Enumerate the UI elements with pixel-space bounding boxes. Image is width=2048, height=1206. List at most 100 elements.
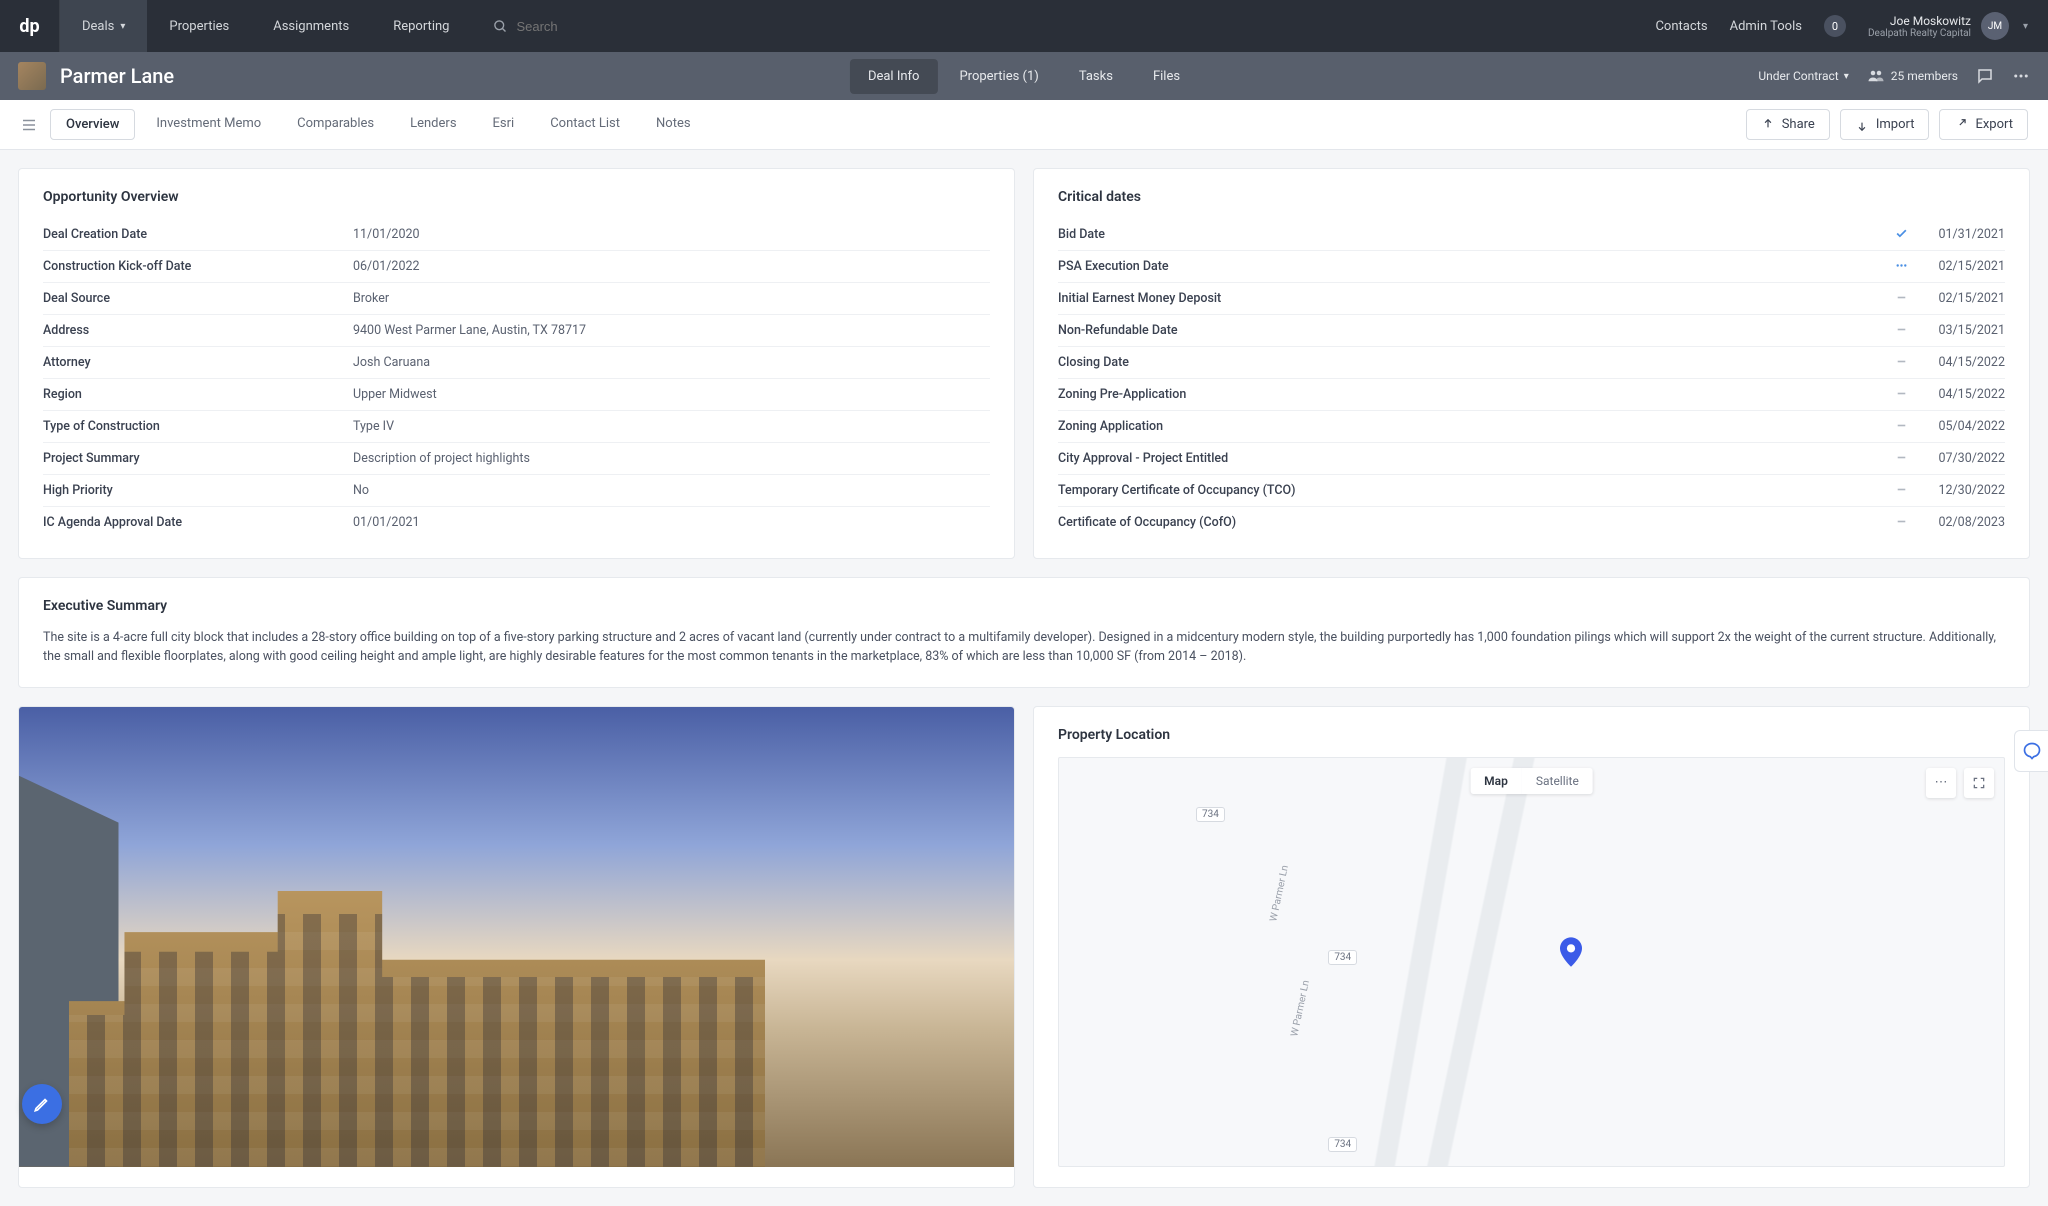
tab-properties[interactable]: Properties (1) xyxy=(941,59,1056,94)
comment-icon[interactable] xyxy=(1976,67,1994,85)
media-row: Property Location Map Satellite ⋯ W Parm… xyxy=(18,706,2030,1188)
user-names: Joe Moskowitz Dealpath Realty Capital xyxy=(1868,14,1971,39)
map-mode-satellite[interactable]: Satellite xyxy=(1522,768,1593,794)
export-icon xyxy=(1954,118,1968,132)
table-row[interactable]: AttorneyJosh Caruana xyxy=(43,347,990,379)
map-type-toggle: Map Satellite xyxy=(1470,768,1593,794)
chevron-down-icon: ▾ xyxy=(2019,21,2028,32)
map-fullscreen-icon[interactable] xyxy=(1964,768,1994,798)
table-row[interactable]: Temporary Certificate of Occupancy (TCO)… xyxy=(1058,475,2005,507)
table-row[interactable]: Zoning Pre-Application 04/15/2022 xyxy=(1058,379,2005,411)
nav-properties[interactable]: Properties xyxy=(147,0,251,52)
nav-reporting[interactable]: Reporting xyxy=(371,0,471,52)
field-value: 06/01/2022 xyxy=(353,259,990,274)
tab-files[interactable]: Files xyxy=(1135,59,1198,94)
chevron-down-icon: ▾ xyxy=(120,21,125,32)
field-date: 03/15/2021 xyxy=(1915,323,2005,338)
field-date: 04/15/2022 xyxy=(1915,387,2005,402)
field-date: 02/15/2021 xyxy=(1915,259,2005,274)
executive-text: The site is a 4-acre full city block tha… xyxy=(43,628,2005,667)
more-icon[interactable] xyxy=(2012,67,2030,85)
map[interactable]: Map Satellite ⋯ W Parmer Ln W Parmer Ln … xyxy=(1058,757,2005,1167)
field-value: Josh Caruana xyxy=(353,355,990,370)
table-row[interactable]: Non-Refundable Date03/15/2021 xyxy=(1058,315,2005,347)
field-date: 02/15/2021 xyxy=(1915,291,2005,306)
table-row[interactable]: RegionUpper Midwest xyxy=(43,379,990,411)
table-row[interactable]: IC Agenda Approval Date01/01/2021 xyxy=(43,507,990,538)
table-row[interactable]: Initial Earnest Money Deposit02/15/2021 xyxy=(1058,283,2005,315)
field-date: 02/08/2023 xyxy=(1915,515,2005,530)
map-mode-map[interactable]: Map xyxy=(1470,768,1522,794)
map-mode-sat-label: Satellite xyxy=(1536,774,1579,788)
edit-fab[interactable] xyxy=(22,1084,62,1124)
list-toggle-icon[interactable] xyxy=(20,116,38,134)
field-label: Temporary Certificate of Occupancy (TCO) xyxy=(1058,483,1887,498)
field-value: Broker xyxy=(353,291,990,306)
user-menu[interactable]: Joe Moskowitz Dealpath Realty Capital JM… xyxy=(1868,12,2028,40)
export-button[interactable]: Export xyxy=(1939,109,2028,140)
nav-admin-tools[interactable]: Admin Tools xyxy=(1730,0,1802,52)
nav-assignments[interactable]: Assignments xyxy=(251,0,371,52)
subtab-lenders[interactable]: Lenders xyxy=(395,109,471,140)
nav-assignments-label: Assignments xyxy=(273,19,349,34)
nav-properties-label: Properties xyxy=(169,19,229,34)
table-row[interactable]: Project SummaryDescription of project hi… xyxy=(43,443,990,475)
executive-title: Executive Summary xyxy=(43,598,2005,614)
search-input[interactable] xyxy=(508,15,688,38)
property-image-card xyxy=(18,706,1015,1188)
import-label: Import xyxy=(1876,117,1915,132)
logo-text: dp xyxy=(19,16,39,37)
user-fullname: Joe Moskowitz xyxy=(1868,14,1971,28)
nav-contacts[interactable]: Contacts xyxy=(1655,0,1707,52)
subtab-comparables-label: Comparables xyxy=(297,116,374,131)
share-button[interactable]: Share xyxy=(1746,109,1830,140)
export-label: Export xyxy=(1975,117,2013,132)
import-button[interactable]: Import xyxy=(1840,109,1930,140)
table-row[interactable]: PSA Execution Date02/15/2021 xyxy=(1058,251,2005,283)
field-value: Description of project highlights xyxy=(353,451,990,466)
content: Opportunity Overview Deal Creation Date1… xyxy=(0,150,2048,1206)
notifications-badge[interactable]: 0 xyxy=(1824,15,1846,37)
table-row[interactable]: Address9400 West Parmer Lane, Austin, TX… xyxy=(43,315,990,347)
subtab-contact-list[interactable]: Contact List xyxy=(535,109,635,140)
subtab-investment-memo[interactable]: Investment Memo xyxy=(141,109,276,140)
field-label: Zoning Application xyxy=(1058,419,1887,434)
table-row[interactable]: Zoning Application05/04/2022 xyxy=(1058,411,2005,443)
table-row[interactable]: Deal Creation Date11/01/2020 xyxy=(43,219,990,251)
help-fab[interactable] xyxy=(2014,730,2048,772)
subtab-esri[interactable]: Esri xyxy=(478,109,530,140)
table-row[interactable]: Deal SourceBroker xyxy=(43,283,990,315)
table-row[interactable]: High PriorityNo xyxy=(43,475,990,507)
table-row[interactable]: City Approval - Project Entitled07/30/20… xyxy=(1058,443,2005,475)
tab-deal-info[interactable]: Deal Info xyxy=(850,59,938,94)
map-pin-icon xyxy=(1560,937,1582,967)
status-icon xyxy=(1887,291,1915,306)
field-value: Type IV xyxy=(353,419,990,434)
logo[interactable]: dp xyxy=(0,0,60,52)
tab-tasks[interactable]: Tasks xyxy=(1061,59,1131,94)
field-label: Zoning Pre-Application xyxy=(1058,387,1887,402)
subtab-contact-list-label: Contact List xyxy=(550,116,620,131)
map-controls: ⋯ xyxy=(1926,768,1994,798)
deal-status-dropdown[interactable]: Under Contract ▾ xyxy=(1758,69,1848,83)
table-row[interactable]: Closing Date04/15/2022 xyxy=(1058,347,2005,379)
subtab-comparables[interactable]: Comparables xyxy=(282,109,389,140)
field-date: 04/15/2022 xyxy=(1915,355,2005,370)
field-value: No xyxy=(353,483,990,498)
search-icon xyxy=(493,19,508,34)
field-label: IC Agenda Approval Date xyxy=(43,515,353,530)
deal-members[interactable]: 25 members xyxy=(1867,67,1958,85)
nav-reporting-label: Reporting xyxy=(393,19,449,34)
map-more-icon[interactable]: ⋯ xyxy=(1926,768,1956,798)
field-label: Certificate of Occupancy (CofO) xyxy=(1058,515,1887,530)
table-row[interactable]: Construction Kick-off Date06/01/2022 xyxy=(43,251,990,283)
table-row[interactable]: Certificate of Occupancy (CofO) 02/08/202… xyxy=(1058,507,2005,538)
topnav-right: Contacts Admin Tools 0 Joe Moskowitz Dea… xyxy=(1655,0,2048,52)
subtab-notes[interactable]: Notes xyxy=(641,109,706,140)
table-row[interactable]: Type of ConstructionType IV xyxy=(43,411,990,443)
critical-table: Bid Date01/31/2021PSA Execution Date02/1… xyxy=(1058,219,2005,538)
nav-deals[interactable]: Deals ▾ xyxy=(60,0,147,52)
table-row[interactable]: Bid Date01/31/2021 xyxy=(1058,219,2005,251)
field-value: Upper Midwest xyxy=(353,387,990,402)
subtab-overview[interactable]: Overview xyxy=(50,109,135,140)
